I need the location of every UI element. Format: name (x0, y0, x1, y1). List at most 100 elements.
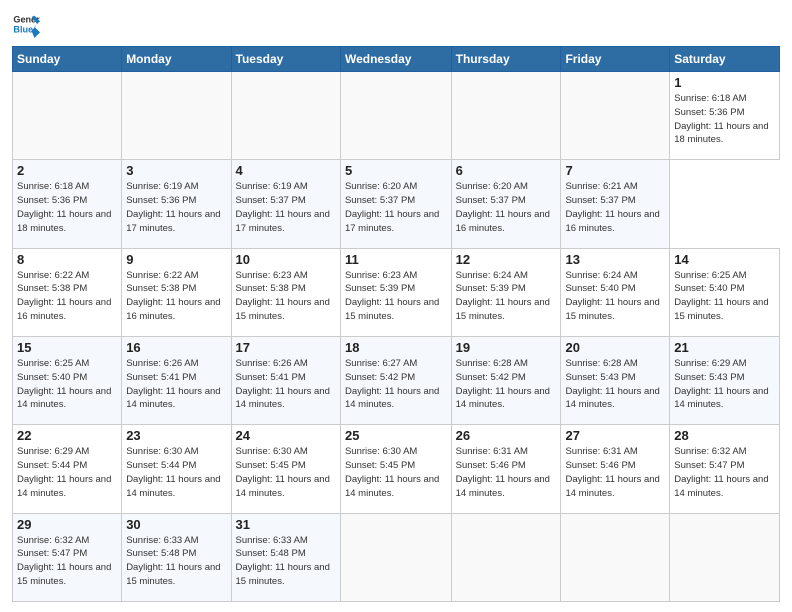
logo: General Blue (12, 10, 40, 38)
header: General Blue (12, 10, 780, 38)
day-number: 2 (17, 163, 117, 178)
calendar-cell (122, 72, 231, 160)
day-number: 13 (565, 252, 665, 267)
day-number: 12 (456, 252, 557, 267)
calendar-cell: 26Sunrise: 6:31 AM Sunset: 5:46 PM Dayli… (451, 425, 561, 513)
calendar-cell: 30 Sunrise: 6:33 AM Sunset: 5:48 PM Dayli… (122, 513, 231, 601)
day-detail: Sunrise: 6:32 AM Sunset: 5:47 PM Dayligh… (17, 534, 117, 589)
calendar-cell: 16 Sunrise: 6:26 AM Sunset: 5:41 PM Dayli… (122, 336, 231, 424)
calendar-cell (561, 72, 670, 160)
generalblue-logo-icon: General Blue (12, 10, 40, 38)
week-row-6: 29 Sunrise: 6:32 AM Sunset: 5:47 PM Dayli… (13, 513, 780, 601)
day-detail: Sunrise: 6:24 AM Sunset: 5:39 PM Dayligh… (456, 269, 557, 324)
week-row-5: 22Sunrise: 6:29 AM Sunset: 5:44 PM Dayli… (13, 425, 780, 513)
day-number: 15 (17, 340, 117, 355)
calendar-cell: 21 Sunrise: 6:29 AM Sunset: 5:43 PM Dayli… (670, 336, 780, 424)
calendar-header-wednesday: Wednesday (340, 47, 451, 72)
day-detail: Sunrise: 6:24 AM Sunset: 5:40 PM Dayligh… (565, 269, 665, 324)
day-detail: Sunrise: 6:33 AM Sunset: 5:48 PM Dayligh… (126, 534, 226, 589)
day-detail: Sunrise: 6:22 AM Sunset: 5:38 PM Dayligh… (126, 269, 226, 324)
day-detail: Sunrise: 6:28 AM Sunset: 5:43 PM Dayligh… (565, 357, 665, 412)
day-number: 18 (345, 340, 447, 355)
week-row-4: 15Sunrise: 6:25 AM Sunset: 5:40 PM Dayli… (13, 336, 780, 424)
day-number: 11 (345, 252, 447, 267)
day-detail: Sunrise: 6:32 AM Sunset: 5:47 PM Dayligh… (674, 445, 775, 500)
day-number: 31 (236, 517, 336, 532)
calendar-cell: 27Sunrise: 6:31 AM Sunset: 5:46 PM Dayli… (561, 425, 670, 513)
calendar-cell: 3 Sunrise: 6:19 AM Sunset: 5:36 PM Daylig… (122, 160, 231, 248)
day-number: 9 (126, 252, 226, 267)
calendar-cell: 20 Sunrise: 6:28 AM Sunset: 5:43 PM Dayli… (561, 336, 670, 424)
calendar-cell: 6Sunrise: 6:20 AM Sunset: 5:37 PM Daylig… (451, 160, 561, 248)
day-detail: Sunrise: 6:18 AM Sunset: 5:36 PM Dayligh… (17, 180, 117, 235)
calendar-cell: 4 Sunrise: 6:19 AM Sunset: 5:37 PM Daylig… (231, 160, 340, 248)
calendar-header-row: SundayMondayTuesdayWednesdayThursdayFrid… (13, 47, 780, 72)
day-detail: Sunrise: 6:26 AM Sunset: 5:41 PM Dayligh… (236, 357, 336, 412)
day-number: 16 (126, 340, 226, 355)
calendar-cell (340, 72, 451, 160)
day-number: 3 (126, 163, 226, 178)
day-detail: Sunrise: 6:28 AM Sunset: 5:42 PM Dayligh… (456, 357, 557, 412)
calendar-body: 1 Sunrise: 6:18 AM Sunset: 5:36 PM Daylig… (13, 72, 780, 602)
calendar-table: SundayMondayTuesdayWednesdayThursdayFrid… (12, 46, 780, 602)
day-detail: Sunrise: 6:20 AM Sunset: 5:37 PM Dayligh… (345, 180, 447, 235)
day-number: 8 (17, 252, 117, 267)
calendar-cell: 10Sunrise: 6:23 AM Sunset: 5:38 PM Dayli… (231, 248, 340, 336)
day-number: 1 (674, 75, 775, 90)
calendar-cell: 15Sunrise: 6:25 AM Sunset: 5:40 PM Dayli… (13, 336, 122, 424)
calendar-cell: 19Sunrise: 6:28 AM Sunset: 5:42 PM Dayli… (451, 336, 561, 424)
calendar-cell: 22Sunrise: 6:29 AM Sunset: 5:44 PM Dayli… (13, 425, 122, 513)
day-detail: Sunrise: 6:33 AM Sunset: 5:48 PM Dayligh… (236, 534, 336, 589)
calendar-cell: 14 Sunrise: 6:25 AM Sunset: 5:40 PM Dayli… (670, 248, 780, 336)
day-number: 29 (17, 517, 117, 532)
day-number: 23 (126, 428, 226, 443)
calendar-cell: 18 Sunrise: 6:27 AM Sunset: 5:42 PM Dayli… (340, 336, 451, 424)
week-row-3: 8 Sunrise: 6:22 AM Sunset: 5:38 PM Daylig… (13, 248, 780, 336)
calendar-header-friday: Friday (561, 47, 670, 72)
calendar-cell (670, 513, 780, 601)
calendar-header-sunday: Sunday (13, 47, 122, 72)
day-number: 21 (674, 340, 775, 355)
calendar-cell: 5Sunrise: 6:20 AM Sunset: 5:37 PM Daylig… (340, 160, 451, 248)
calendar-cell: 17 Sunrise: 6:26 AM Sunset: 5:41 PM Dayli… (231, 336, 340, 424)
calendar-cell: 8Sunrise: 6:22 AM Sunset: 5:38 PM Daylig… (13, 248, 122, 336)
day-number: 14 (674, 252, 775, 267)
day-detail: Sunrise: 6:30 AM Sunset: 5:45 PM Dayligh… (236, 445, 336, 500)
calendar-cell (561, 513, 670, 601)
day-detail: Sunrise: 6:19 AM Sunset: 5:36 PM Dayligh… (126, 180, 226, 235)
calendar-header-tuesday: Tuesday (231, 47, 340, 72)
day-detail: Sunrise: 6:21 AM Sunset: 5:37 PM Dayligh… (565, 180, 665, 235)
day-number: 22 (17, 428, 117, 443)
calendar-header-monday: Monday (122, 47, 231, 72)
day-detail: Sunrise: 6:19 AM Sunset: 5:37 PM Dayligh… (236, 180, 336, 235)
calendar-cell: 13 Sunrise: 6:24 AM Sunset: 5:40 PM Dayli… (561, 248, 670, 336)
day-detail: Sunrise: 6:31 AM Sunset: 5:46 PM Dayligh… (565, 445, 665, 500)
calendar-cell: 1Sunrise: 6:18 AM Sunset: 5:36 PM Daylig… (670, 72, 780, 160)
day-number: 10 (236, 252, 336, 267)
svg-text:Blue: Blue (13, 24, 33, 34)
day-detail: Sunrise: 6:26 AM Sunset: 5:41 PM Dayligh… (126, 357, 226, 412)
calendar-cell: 9 Sunrise: 6:22 AM Sunset: 5:38 PM Daylig… (122, 248, 231, 336)
calendar-cell: 2 Sunrise: 6:18 AM Sunset: 5:36 PM Daylig… (13, 160, 122, 248)
day-number: 25 (345, 428, 447, 443)
calendar-header-saturday: Saturday (670, 47, 780, 72)
day-number: 30 (126, 517, 226, 532)
calendar-cell (451, 513, 561, 601)
day-number: 24 (236, 428, 336, 443)
day-number: 20 (565, 340, 665, 355)
day-detail: Sunrise: 6:27 AM Sunset: 5:42 PM Dayligh… (345, 357, 447, 412)
calendar-cell (13, 72, 122, 160)
day-detail: Sunrise: 6:29 AM Sunset: 5:43 PM Dayligh… (674, 357, 775, 412)
calendar-cell: 25 Sunrise: 6:30 AM Sunset: 5:45 PM Dayli… (340, 425, 451, 513)
day-detail: Sunrise: 6:30 AM Sunset: 5:44 PM Dayligh… (126, 445, 226, 500)
day-number: 4 (236, 163, 336, 178)
calendar-header-thursday: Thursday (451, 47, 561, 72)
calendar-cell: 24 Sunrise: 6:30 AM Sunset: 5:45 PM Dayli… (231, 425, 340, 513)
day-number: 17 (236, 340, 336, 355)
calendar-cell: 28Sunrise: 6:32 AM Sunset: 5:47 PM Dayli… (670, 425, 780, 513)
page: General Blue SundayMondayTuesdayWednesda… (0, 0, 792, 612)
day-detail: Sunrise: 6:30 AM Sunset: 5:45 PM Dayligh… (345, 445, 447, 500)
day-detail: Sunrise: 6:25 AM Sunset: 5:40 PM Dayligh… (674, 269, 775, 324)
day-number: 7 (565, 163, 665, 178)
day-detail: Sunrise: 6:31 AM Sunset: 5:46 PM Dayligh… (456, 445, 557, 500)
